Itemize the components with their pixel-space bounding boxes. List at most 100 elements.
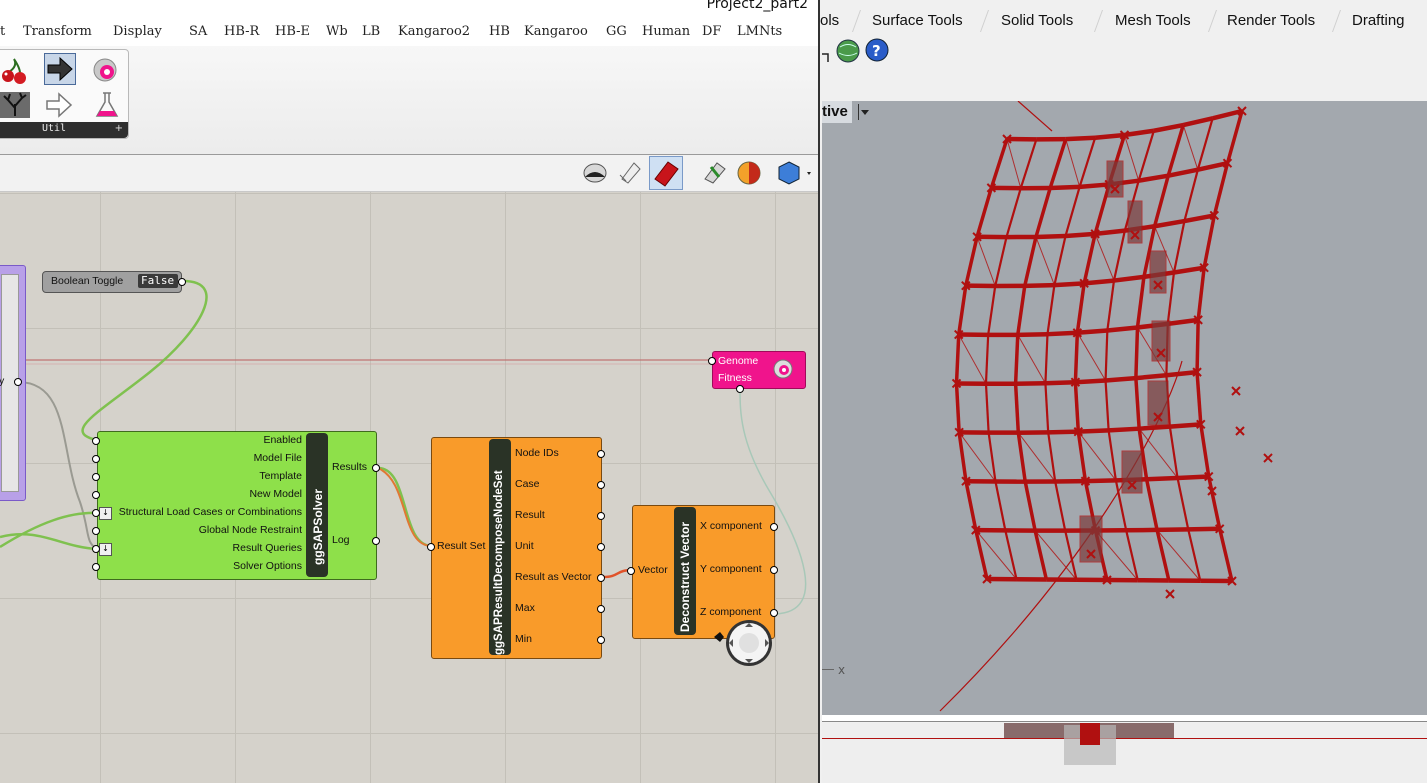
solver-input-grip[interactable] <box>92 491 100 499</box>
tab-hb-r[interactable]: HB-R <box>224 24 259 39</box>
tab-kangaroo[interactable]: Kangaroo <box>524 24 588 39</box>
rhino-tab-render-tools[interactable]: Render Tools <box>1227 12 1315 29</box>
material-preview-icon[interactable] <box>735 159 763 187</box>
selected-preview-icon[interactable] <box>700 159 728 185</box>
flask-icon[interactable] <box>92 90 122 120</box>
structure-member <box>1065 135 1096 142</box>
solver-input-grip[interactable] <box>92 527 100 535</box>
grasshopper-canvas[interactable]: y Boolean Toggle False Genome Fitness gg… <box>0 192 818 783</box>
structure-member <box>1196 267 1206 321</box>
deconstruct-output-grip[interactable] <box>770 609 778 617</box>
structure-member <box>1083 278 1115 286</box>
deconstruct-input-vector: Vector <box>638 564 668 576</box>
tab-hb[interactable]: HB <box>489 24 510 39</box>
decompose-output-grip[interactable] <box>597 636 605 644</box>
decompose-input-grip[interactable] <box>427 543 435 551</box>
tab-wb[interactable]: Wb <box>326 24 348 39</box>
arrow-outline-icon[interactable] <box>44 90 74 120</box>
toolbar-partial-icon[interactable] <box>820 46 832 66</box>
structure-member <box>1006 138 1022 189</box>
deconstruct-input-grip[interactable] <box>627 567 635 575</box>
wireframe-preview-icon[interactable] <box>616 159 644 185</box>
grasshopper-window: Project2_part2 t Transform Display SA HB… <box>0 0 818 783</box>
fitness-input-grip[interactable] <box>736 385 744 393</box>
structure-member <box>1146 475 1178 482</box>
solver-output-grip[interactable] <box>372 464 380 472</box>
tab-hb-e[interactable]: HB-E <box>275 24 310 39</box>
solver-input-grip[interactable] <box>92 545 100 553</box>
boolean-output-grip[interactable] <box>178 278 186 286</box>
flatten-icon[interactable]: ↓ <box>99 543 112 556</box>
perspective-viewport[interactable]: tive x <box>822 101 1427 715</box>
tab-lb[interactable]: LB <box>362 24 380 39</box>
decompose-output-grip[interactable] <box>597 450 605 458</box>
decompose-output-grip[interactable] <box>597 512 605 520</box>
rhino-tab-surface-tools[interactable]: Surface Tools <box>872 12 963 29</box>
decompose-output-grip[interactable] <box>597 605 605 613</box>
solver-output-grip[interactable] <box>372 537 380 545</box>
structure-member <box>1085 478 1116 484</box>
structure-member <box>1225 110 1244 164</box>
tab-gg[interactable]: GG <box>606 24 627 39</box>
deconstruct-name: Deconstruct Vector <box>678 521 692 632</box>
structure-model <box>939 101 1273 712</box>
help-icon[interactable]: ? <box>864 37 890 63</box>
solver-input-grip[interactable] <box>92 563 100 571</box>
shaded-preview-icon[interactable] <box>649 156 683 190</box>
structure-member <box>1075 378 1106 385</box>
structure-member <box>1152 175 1170 227</box>
structure-member <box>1169 422 1201 429</box>
galapagos-genome-label: Genome <box>718 355 759 367</box>
tab-sa[interactable]: SA <box>189 24 207 39</box>
preview-eye-icon[interactable] <box>582 159 608 185</box>
arrow-solid-icon[interactable] <box>44 53 76 85</box>
rhino-tab-drafting[interactable]: Drafting <box>1352 12 1405 29</box>
boolean-toggle-switch[interactable]: False <box>138 274 178 288</box>
boolean-toggle[interactable]: Boolean Toggle False <box>42 271 182 293</box>
radial-menu-icon[interactable] <box>712 618 776 668</box>
structure-member <box>1017 334 1046 384</box>
genome-input-grip[interactable] <box>708 357 716 365</box>
structure-member <box>1137 130 1155 182</box>
cherry-icon[interactable] <box>0 56 30 86</box>
tree-icon[interactable] <box>0 90 30 120</box>
tab-partial[interactable]: t <box>0 24 5 39</box>
tab-human[interactable]: Human <box>642 24 690 39</box>
structure-member <box>1144 478 1159 531</box>
rhino-tab-solid-tools[interactable]: Solid Tools <box>1001 12 1073 29</box>
decompose-output-grip[interactable] <box>597 481 605 489</box>
decompose-output-grip[interactable] <box>597 574 605 582</box>
galapagos-icon[interactable] <box>92 55 122 85</box>
tab-kangaroo2[interactable]: Kangaroo2 <box>398 24 470 39</box>
tab-lmnts[interactable]: LMNts <box>737 24 782 39</box>
rhino-tab-mesh-tools[interactable]: Mesh Tools <box>1115 12 1191 29</box>
structure-member <box>1167 167 1199 178</box>
solver-input-grip[interactable] <box>92 455 100 463</box>
deconstruct-output-grip[interactable] <box>770 566 778 574</box>
tab-df[interactable]: DF <box>702 24 721 39</box>
viewport-label[interactable]: tive <box>822 101 852 123</box>
support-column <box>1149 250 1167 294</box>
solver-input-grip[interactable] <box>92 437 100 445</box>
tab-display[interactable]: Display <box>113 24 162 39</box>
flatten-icon[interactable]: ↓ <box>99 507 112 520</box>
viewport-dropdown-icon[interactable] <box>858 104 871 120</box>
galapagos-component[interactable]: Genome Fitness <box>712 351 806 389</box>
document-preview-settings-icon[interactable] <box>775 160 815 186</box>
structure-member <box>1044 383 1050 433</box>
util-group: Util + <box>0 49 129 139</box>
decompose-output-grip[interactable] <box>597 543 605 551</box>
plan-view-support <box>1080 723 1100 745</box>
rhino-tab-tools-partial[interactable]: ols <box>820 12 839 29</box>
solver-input-grip[interactable] <box>92 473 100 481</box>
structure-member <box>1013 334 1020 384</box>
structure-member <box>1207 476 1222 530</box>
expand-icon[interactable]: + <box>115 123 123 134</box>
structure-member <box>1013 383 1021 433</box>
solver-input-grip[interactable] <box>92 509 100 517</box>
deconstruct-output-grip[interactable] <box>770 523 778 531</box>
globe-icon[interactable] <box>835 38 861 64</box>
structure-member <box>1076 332 1106 381</box>
partial-output-grip[interactable] <box>14 378 22 386</box>
tab-transform[interactable]: Transform <box>23 24 92 39</box>
